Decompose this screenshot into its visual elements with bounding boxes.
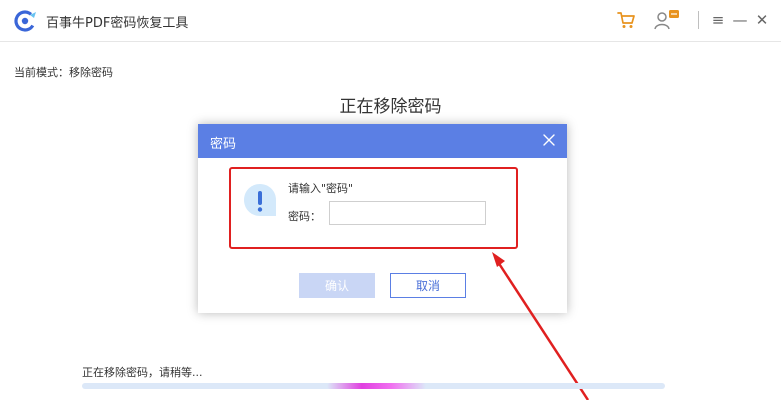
cart-button[interactable] (614, 8, 638, 32)
title-bar: 百事牛PDF密码恢复工具 ≡ — ✕ (0, 0, 781, 42)
current-mode-label: 当前模式：移除密码 (14, 66, 113, 79)
feedback-icon (654, 10, 679, 30)
progress-status-text: 正在移除密码，请稍等... (82, 366, 203, 379)
toolbar-divider (698, 11, 699, 29)
dialog-prompt: 请输入"密码" (288, 182, 354, 195)
close-icon: ✕ (755, 11, 769, 29)
dialog-title: 密码 (210, 137, 237, 152)
menu-icon: ≡ (711, 11, 725, 29)
progress-indicator (327, 383, 426, 389)
dialog-close-icon[interactable] (541, 132, 557, 148)
minimize-icon: — (732, 11, 748, 29)
menu-button[interactable]: ≡ (710, 8, 726, 32)
app-logo-icon (14, 10, 36, 32)
confirm-button[interactable]: 确认 (299, 273, 375, 298)
info-icon (244, 184, 276, 216)
dialog-header: 密码 (198, 124, 567, 158)
page-heading: 正在移除密码 (339, 97, 442, 117)
password-label: 密码： (288, 210, 321, 223)
cart-icon (617, 12, 635, 28)
minimize-button[interactable]: — (732, 8, 748, 32)
close-button[interactable]: ✕ (754, 8, 770, 32)
password-dialog: 密码 请输入"密码" 密码： 确认 取消 (198, 124, 567, 313)
progress-bar (82, 383, 665, 389)
cancel-button[interactable]: 取消 (390, 273, 466, 298)
password-input[interactable] (329, 201, 486, 225)
app-title: 百事牛PDF密码恢复工具 (46, 16, 189, 31)
feedback-button[interactable] (652, 8, 682, 32)
